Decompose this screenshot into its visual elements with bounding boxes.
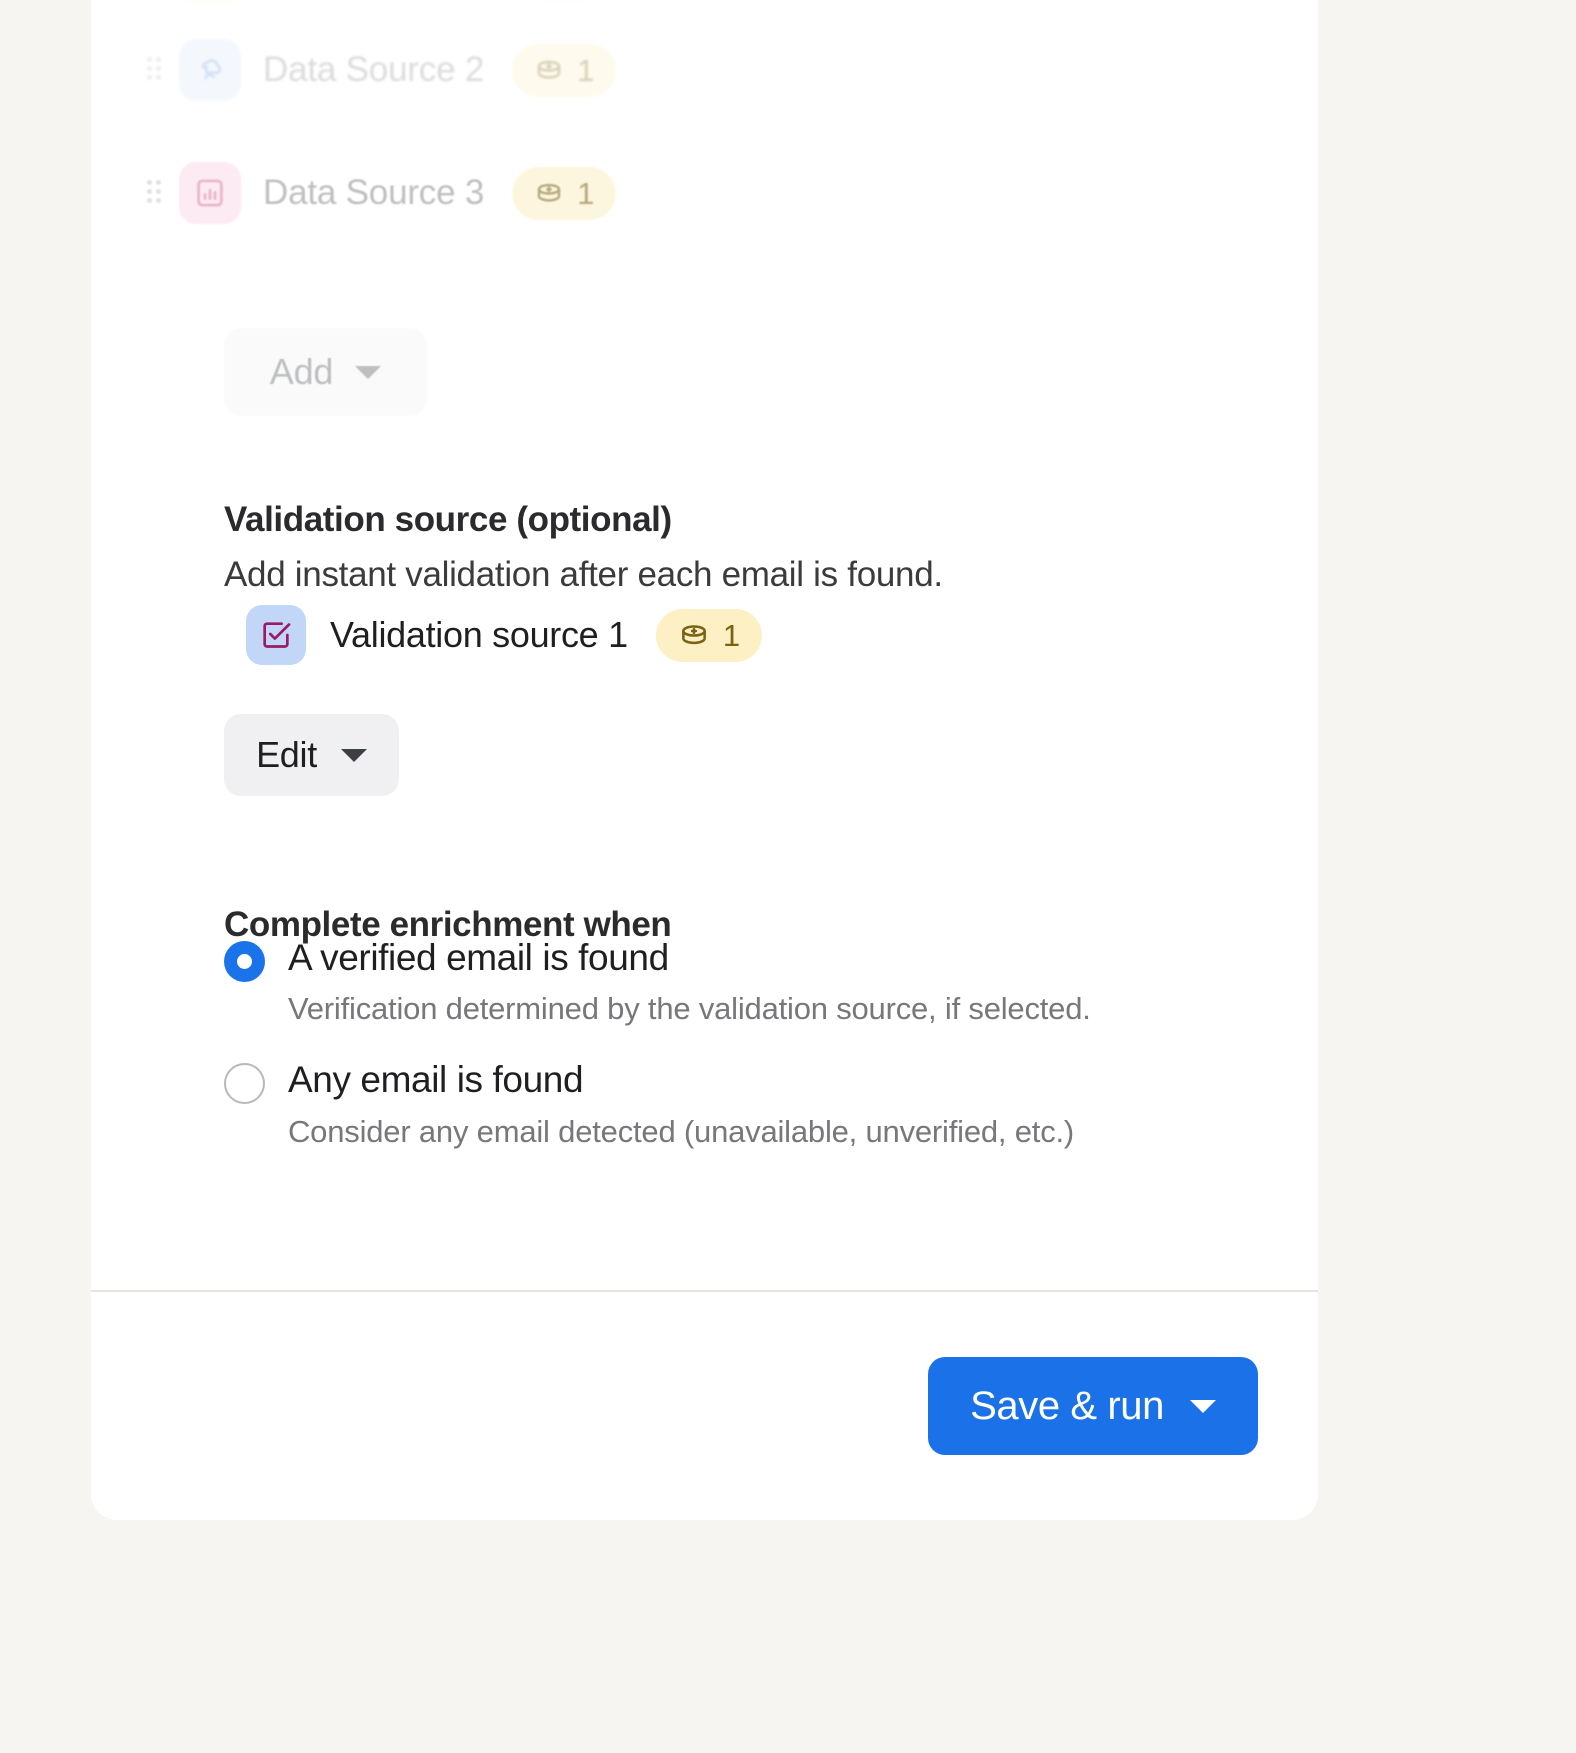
- add-button-label: Add: [269, 351, 334, 392]
- radio-option-any-email[interactable]: Any email is found Consider any email de…: [224, 1057, 1224, 1149]
- radio-unselected-icon[interactable]: [224, 1063, 265, 1105]
- credit-badge: 1: [655, 608, 763, 662]
- cloud-sync-icon: [179, 39, 241, 101]
- credit-badge: 1: [512, 43, 617, 97]
- chevron-down-icon: [340, 748, 367, 762]
- radio-option-description: Consider any email detected (unavailable…: [288, 1113, 1075, 1149]
- panel-footer: Save & run: [91, 1292, 1318, 1520]
- radio-option-label: A verified email is found: [288, 937, 669, 978]
- enrichment-settings-panel: Data Source 1 1 Data Source 2: [91, 0, 1318, 1520]
- data-source-row-1[interactable]: Data Source 1 1: [133, 0, 616, 4]
- radio-option-texts: Any email is found Consider any email de…: [288, 1057, 1074, 1149]
- validation-source-name: Validation source 1: [330, 614, 628, 655]
- data-source-name: Data Source 3: [263, 173, 485, 212]
- edit-button-label: Edit: [256, 734, 317, 775]
- radio-option-verified-email[interactable]: A verified email is found Verification d…: [224, 935, 1224, 1027]
- panel-body: Data Source 1 1 Data Source 2: [91, 0, 1318, 1520]
- completion-radio-group: A verified email is found Verification d…: [224, 935, 1224, 1180]
- validation-source-subtitle: Add instant validation after each email …: [224, 555, 943, 594]
- checkbox-checked-icon: [246, 605, 306, 665]
- validation-source-title: Validation source (optional): [224, 500, 672, 539]
- data-source-row-3[interactable]: Data Source 3 1: [133, 162, 617, 224]
- radio-selected-icon[interactable]: [224, 941, 265, 982]
- drag-handle-icon[interactable]: [133, 56, 179, 84]
- data-source-name: Data Source 2: [263, 50, 485, 89]
- radio-option-description: Verification determined by the validatio…: [288, 991, 1091, 1027]
- radio-option-texts: A verified email is found Verification d…: [288, 935, 1091, 1027]
- chevron-down-icon: [355, 365, 382, 379]
- drag-handle-icon[interactable]: [133, 179, 179, 207]
- chevron-down-icon: [1190, 1399, 1216, 1413]
- save-and-run-button[interactable]: Save & run: [928, 1357, 1258, 1455]
- bar-chart-icon: [179, 162, 241, 224]
- validation-source-row[interactable]: Validation source 1 1: [246, 605, 763, 665]
- credit-count: 1: [577, 52, 595, 88]
- edit-validation-source-button[interactable]: Edit: [224, 714, 399, 796]
- save-and-run-label: Save & run: [970, 1383, 1164, 1428]
- data-source-row-2[interactable]: Data Source 2 1: [133, 39, 617, 101]
- credit-count: 1: [722, 617, 741, 653]
- credit-badge: 1: [512, 166, 617, 220]
- add-data-source-button[interactable]: Add: [224, 328, 427, 416]
- sparkle-icon: [179, 0, 241, 4]
- radio-option-label: Any email is found: [288, 1059, 584, 1101]
- credit-count: 1: [577, 175, 595, 211]
